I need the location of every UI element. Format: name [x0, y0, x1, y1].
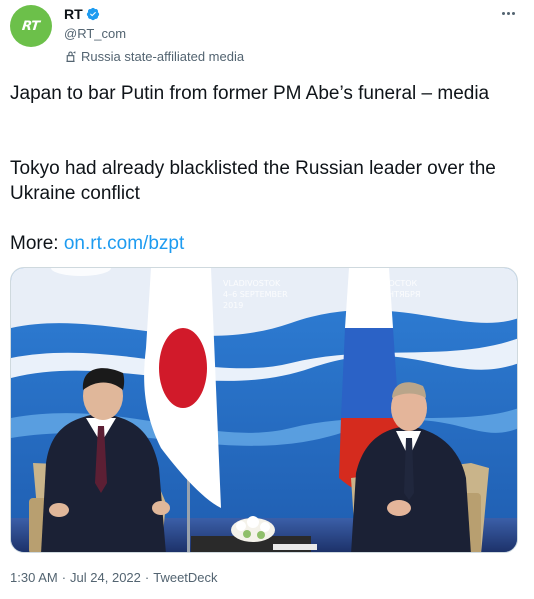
more-prefix: More:: [10, 233, 64, 254]
podium-icon: [66, 50, 76, 62]
tweet-headline: Japan to bar Putin from former PM Abe’s …: [10, 83, 490, 104]
tweet-time[interactable]: 1:30 AM: [10, 570, 58, 585]
verified-badge-icon: [86, 7, 99, 21]
handle[interactable]: @RT_com: [64, 26, 244, 42]
tweet-date[interactable]: Jul 24, 2022: [70, 570, 141, 585]
tweet-photo[interactable]: VLADIVOSTOK 4–6 SEPTEMBER 2019 ВОСТОК ЕН…: [10, 267, 518, 553]
tweet-link[interactable]: on.rt.com/bzpt: [64, 233, 184, 254]
tweet-subline: Tokyo had already blacklisted the Russia…: [10, 158, 496, 204]
affiliation-text: Russia state-affiliated media: [81, 48, 245, 64]
display-name[interactable]: RT: [64, 6, 83, 22]
tweet-source[interactable]: TweetDeck: [153, 570, 217, 585]
tweet-more-line: More: on.rt.com/bzpt: [10, 231, 520, 256]
affiliation-label: Russia state-affiliated media: [64, 48, 244, 64]
banner-left-line-3: 2019: [223, 301, 243, 310]
rt-logo: RT: [21, 18, 41, 34]
banner-left-line-1: VLADIVOSTOK: [223, 279, 281, 288]
banner-left-line-2: 4–6 SEPTEMBER: [223, 290, 288, 299]
avatar[interactable]: RT: [10, 5, 52, 47]
tweet-header: RT @RT_com Russia state-affiliated media: [64, 5, 244, 64]
photo-illustration: VLADIVOSTOK 4–6 SEPTEMBER 2019 ВОСТОК ЕН…: [11, 268, 517, 552]
name-row: RT: [64, 5, 244, 23]
more-options-icon[interactable]: [496, 5, 520, 21]
meta-separator: ·: [61, 570, 67, 585]
tweet-meta: 1:30 AM · Jul 24, 2022 · TweetDeck: [10, 570, 218, 585]
meta-separator: ·: [144, 570, 150, 585]
tweet: RT RT @RT_com Russia state-affiliated me…: [0, 0, 534, 599]
